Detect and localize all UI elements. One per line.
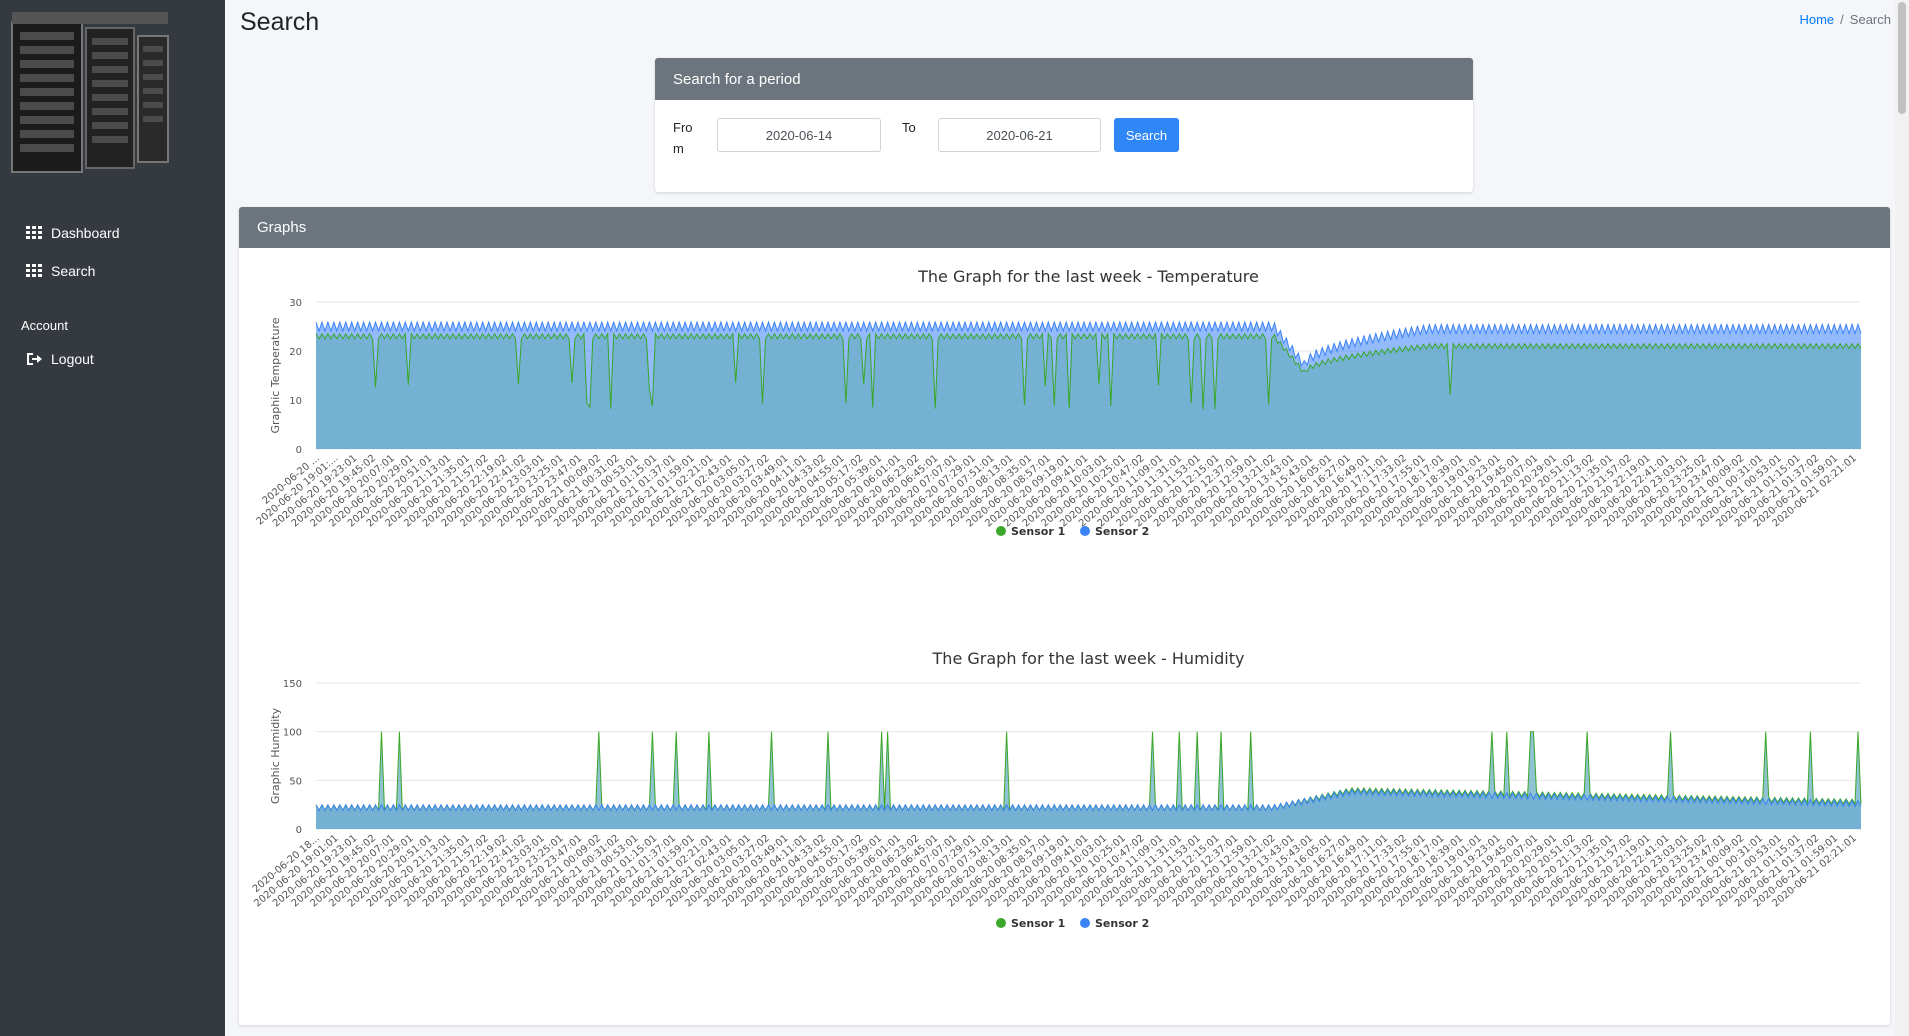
y-tick-label: 50 bbox=[289, 776, 302, 787]
legend-item-sensor-2[interactable]: Sensor 2 bbox=[1080, 917, 1149, 930]
search-period-card: Search for a period Fro m To Search bbox=[655, 58, 1473, 192]
sidebar-item-label: Logout bbox=[51, 351, 94, 367]
y-axis-label: Graphic Humidity bbox=[269, 707, 282, 804]
sidebar-item-dashboard[interactable]: Dashboard bbox=[0, 214, 225, 252]
series-line-sensor-1 bbox=[315, 731, 1862, 812]
chart-legend: Sensor 1 Sensor 2 bbox=[996, 525, 1149, 538]
temperature-chart: The Graph for the last week - Temperatur… bbox=[239, 248, 1890, 628]
from-date-input[interactable] bbox=[717, 118, 881, 152]
breadcrumb-current: Search bbox=[1849, 12, 1891, 27]
chart-title: The Graph for the last week - Temperatur… bbox=[917, 267, 1259, 286]
y-tick-label: 0 bbox=[296, 825, 302, 836]
chart-legend: Sensor 1 Sensor 2 bbox=[996, 917, 1149, 930]
legend-label: Sensor 1 bbox=[1011, 525, 1065, 538]
sidebar-item-label: Search bbox=[51, 263, 96, 279]
legend-item-sensor-1[interactable]: Sensor 1 bbox=[996, 917, 1065, 930]
humidity-chart-svg: The Graph for the last week - Humidity 0 5… bbox=[251, 649, 1862, 930]
legend-marker bbox=[996, 918, 1006, 928]
page-title: Search bbox=[240, 8, 320, 36]
legend-item-sensor-2[interactable]: Sensor 2 bbox=[1080, 525, 1149, 538]
y-tick-label: 150 bbox=[283, 679, 302, 690]
search-form: Fro m To Search bbox=[655, 100, 1473, 192]
graphs-card-title: Graphs bbox=[239, 207, 1890, 248]
breadcrumb-home-link[interactable]: Home bbox=[1799, 12, 1834, 27]
legend-marker bbox=[1080, 526, 1090, 536]
grid-icon bbox=[26, 264, 42, 277]
sidebar-item-label: Dashboard bbox=[51, 225, 120, 241]
legend-label: Sensor 1 bbox=[1011, 917, 1065, 930]
grid-icon bbox=[26, 226, 42, 239]
y-tick-label: 10 bbox=[289, 396, 302, 407]
y-tick-label: 30 bbox=[289, 298, 302, 309]
humidity-chart: The Graph for the last week - Humidity 0 5… bbox=[239, 630, 1890, 1010]
search-card-title: Search for a period bbox=[655, 58, 1473, 100]
to-date-input[interactable] bbox=[938, 118, 1101, 152]
sidebar-section-account: Account bbox=[21, 317, 68, 333]
graphs-card: Graphs The Graph for the last week - Tem… bbox=[239, 207, 1890, 1025]
breadcrumb-separator: / bbox=[1840, 12, 1844, 27]
search-button[interactable]: Search bbox=[1114, 118, 1179, 152]
scrollbar-thumb[interactable] bbox=[1898, 2, 1906, 114]
temperature-chart-svg: The Graph for the last week - Temperatur… bbox=[255, 267, 1862, 538]
y-tick-label: 20 bbox=[289, 347, 302, 358]
to-label: To bbox=[902, 120, 916, 135]
chart-title: The Graph for the last week - Humidity bbox=[932, 649, 1245, 668]
legend-label: Sensor 2 bbox=[1095, 525, 1149, 538]
y-axis-label: Graphic Temperature bbox=[269, 317, 282, 433]
y-tick-label: 100 bbox=[283, 728, 302, 739]
sidebar: Dashboard Search Account Logout bbox=[0, 0, 225, 1036]
legend-marker bbox=[1080, 918, 1090, 928]
legend-label: Sensor 2 bbox=[1095, 917, 1149, 930]
breadcrumb: Home / Search bbox=[1799, 12, 1891, 27]
sidebar-item-search[interactable]: Search bbox=[0, 252, 225, 290]
sign-out-icon bbox=[27, 353, 42, 365]
sidebar-nav: Dashboard Search Account Logout bbox=[0, 214, 225, 378]
server-rack-logo bbox=[11, 12, 169, 173]
series-area-sensor-1 bbox=[316, 333, 1861, 449]
y-tick-label: 0 bbox=[296, 445, 302, 456]
sidebar-item-logout[interactable]: Logout bbox=[0, 340, 225, 378]
legend-marker bbox=[996, 526, 1006, 536]
page-scrollbar[interactable] bbox=[1895, 0, 1909, 1036]
from-label: Fro m bbox=[673, 120, 693, 156]
